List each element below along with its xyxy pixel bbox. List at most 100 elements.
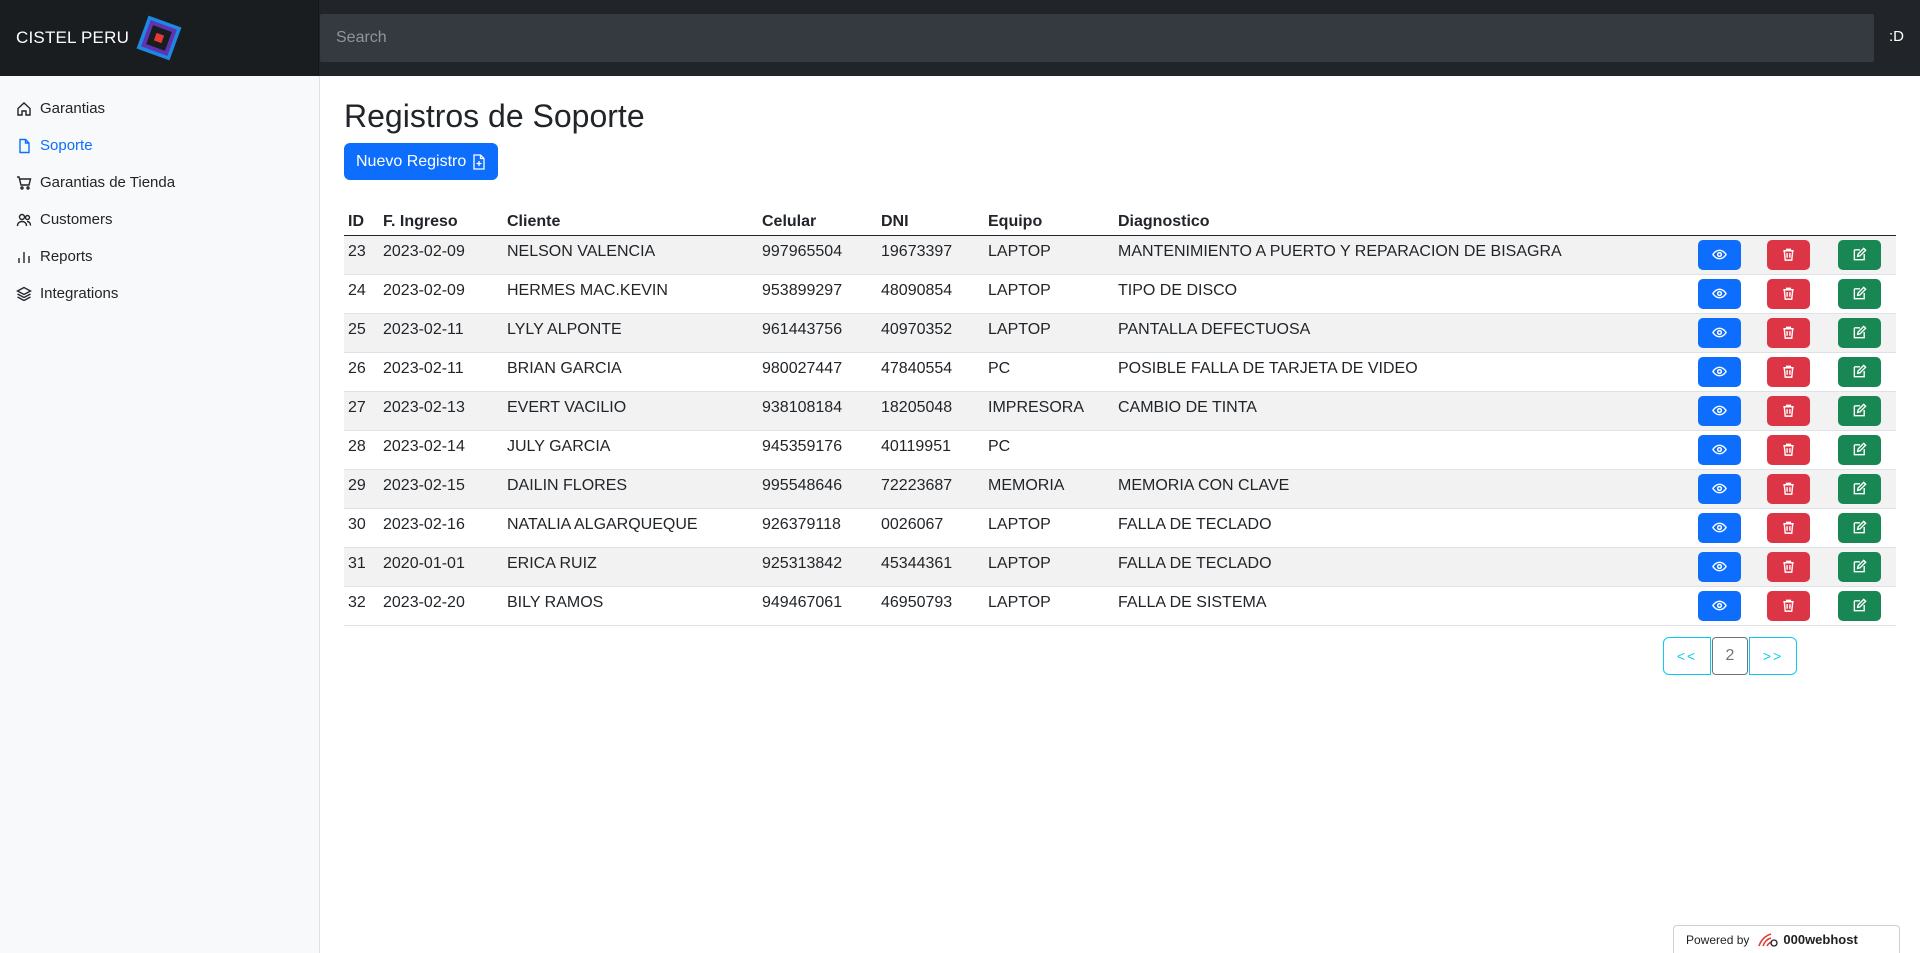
cell-cliente: DAILIN FLORES xyxy=(503,469,758,509)
brand-logo-icon xyxy=(136,15,182,61)
edit-button[interactable] xyxy=(1838,512,1881,543)
sidebar-item-reports[interactable]: Reports xyxy=(0,238,319,275)
cell-fecha-ingreso: 2020-01-01 xyxy=(379,547,503,587)
cell-action xyxy=(1754,547,1823,587)
cell-equipo: LAPTOP xyxy=(984,547,1114,587)
previous-page-button[interactable]: << xyxy=(1663,637,1711,675)
user-menu[interactable]: :D xyxy=(1889,28,1904,45)
cell-action xyxy=(1754,391,1823,431)
delete-button[interactable] xyxy=(1767,395,1810,426)
sidebar-item-soporte[interactable]: Soporte xyxy=(0,127,319,164)
current-page[interactable]: 2 xyxy=(1712,637,1748,675)
sidebar-item-garantias[interactable]: Garantias xyxy=(0,90,319,127)
search-box xyxy=(320,14,1874,62)
cell-action xyxy=(1684,313,1754,353)
view-button[interactable] xyxy=(1697,317,1741,348)
edit-button[interactable] xyxy=(1838,317,1881,348)
edit-button[interactable] xyxy=(1838,434,1881,465)
delete-button[interactable] xyxy=(1767,590,1810,621)
view-button[interactable] xyxy=(1697,551,1741,582)
cell-diagnostico: MANTENIMIENTO A PUERTO Y REPARACION DE B… xyxy=(1114,235,1684,275)
powered-by-badge[interactable]: Powered by 000webhost xyxy=(1673,925,1900,953)
next-page-button[interactable]: >> xyxy=(1749,637,1797,675)
sidebar-item-garantias-tienda[interactable]: Garantias de Tienda xyxy=(0,164,319,201)
brand[interactable]: CISTEL PERU xyxy=(0,0,319,76)
cell-cliente: ERICA RUIZ xyxy=(503,547,758,587)
cell-fecha-ingreso: 2023-02-09 xyxy=(379,235,503,275)
cell-celular: 926379118 xyxy=(758,508,877,548)
table-row: 30 2023-02-16 NATALIA ALGARQUEQUE 926379118… xyxy=(344,508,1896,548)
view-button[interactable] xyxy=(1697,434,1741,465)
trash-icon xyxy=(1783,326,1794,339)
delete-button[interactable] xyxy=(1767,239,1810,270)
delete-button[interactable] xyxy=(1767,356,1810,387)
table-row: 31 2020-01-01 ERICA RUIZ 925313842 45344361 L… xyxy=(344,547,1896,587)
edit-button[interactable] xyxy=(1838,590,1881,621)
view-button[interactable] xyxy=(1697,590,1741,621)
search-input[interactable] xyxy=(320,14,1874,62)
cell-celular: 995548646 xyxy=(758,469,877,509)
delete-button[interactable] xyxy=(1767,434,1810,465)
view-button[interactable] xyxy=(1697,239,1741,270)
cell-action xyxy=(1754,508,1823,548)
cell-id: 27 xyxy=(344,391,379,431)
cell-equipo: LAPTOP xyxy=(984,313,1114,353)
cell-action xyxy=(1684,352,1754,392)
main-content: Registros de Soporte Nuevo Registro ID F… xyxy=(344,76,1896,626)
cell-celular: 949467061 xyxy=(758,586,877,626)
cell-fecha-ingreso: 2023-02-11 xyxy=(379,313,503,353)
view-button[interactable] xyxy=(1697,356,1741,387)
sidebar-item-label: Integrations xyxy=(40,285,119,302)
edit-button[interactable] xyxy=(1838,473,1881,504)
cell-diagnostico xyxy=(1114,430,1684,470)
cell-fecha-ingreso: 2023-02-15 xyxy=(379,469,503,509)
cell-action xyxy=(1684,430,1754,470)
sidebar-item-label: Reports xyxy=(40,248,93,265)
column-header-cliente: Cliente xyxy=(503,206,758,236)
delete-button[interactable] xyxy=(1767,512,1810,543)
delete-button[interactable] xyxy=(1767,317,1810,348)
cell-cliente: LYLY ALPONTE xyxy=(503,313,758,353)
edit-button[interactable] xyxy=(1838,551,1881,582)
cell-dni: 0026067 xyxy=(877,508,984,548)
view-button[interactable] xyxy=(1697,473,1741,504)
new-record-button[interactable]: Nuevo Registro xyxy=(344,143,499,180)
file-plus-icon xyxy=(473,153,485,170)
trash-icon xyxy=(1783,599,1794,612)
pencil-square-icon xyxy=(1853,325,1867,339)
edit-button[interactable] xyxy=(1838,395,1881,426)
edit-button[interactable] xyxy=(1838,356,1881,387)
cell-dni: 47840554 xyxy=(877,352,984,392)
eye-icon xyxy=(1711,561,1727,572)
cell-id: 30 xyxy=(344,508,379,548)
trash-icon xyxy=(1783,482,1794,495)
edit-button[interactable] xyxy=(1838,278,1881,309)
pencil-square-icon xyxy=(1853,520,1867,534)
delete-button[interactable] xyxy=(1767,473,1810,504)
sidebar-item-integrations[interactable]: Integrations xyxy=(0,275,319,312)
view-button[interactable] xyxy=(1697,395,1741,426)
cell-equipo: LAPTOP xyxy=(984,235,1114,275)
sidebar-item-label: Customers xyxy=(40,211,113,228)
sidebar-item-customers[interactable]: Customers xyxy=(0,201,319,238)
cell-dni: 40970352 xyxy=(877,313,984,353)
view-button[interactable] xyxy=(1697,512,1741,543)
edit-button[interactable] xyxy=(1838,239,1881,270)
cell-fecha-ingreso: 2023-02-09 xyxy=(379,274,503,314)
cell-action xyxy=(1684,508,1754,548)
table-row: 29 2023-02-15 DAILIN FLORES 995548646 722236… xyxy=(344,469,1896,509)
cell-action xyxy=(1684,235,1754,275)
cell-equipo: MEMORIA xyxy=(984,469,1114,509)
brand-name[interactable]: CISTEL PERU xyxy=(16,28,129,48)
column-header-fecha-ingreso: F. Ingreso xyxy=(379,206,503,236)
cell-dni: 48090854 xyxy=(877,274,984,314)
delete-button[interactable] xyxy=(1767,278,1810,309)
cell-diagnostico: FALLA DE TECLADO xyxy=(1114,547,1684,587)
cell-diagnostico: POSIBLE FALLA DE TARJETA DE VIDEO xyxy=(1114,352,1684,392)
users-icon xyxy=(16,212,32,228)
cell-action xyxy=(1823,352,1896,392)
view-button[interactable] xyxy=(1697,278,1741,309)
cell-action xyxy=(1754,274,1823,314)
cell-id: 26 xyxy=(344,352,379,392)
delete-button[interactable] xyxy=(1767,551,1810,582)
